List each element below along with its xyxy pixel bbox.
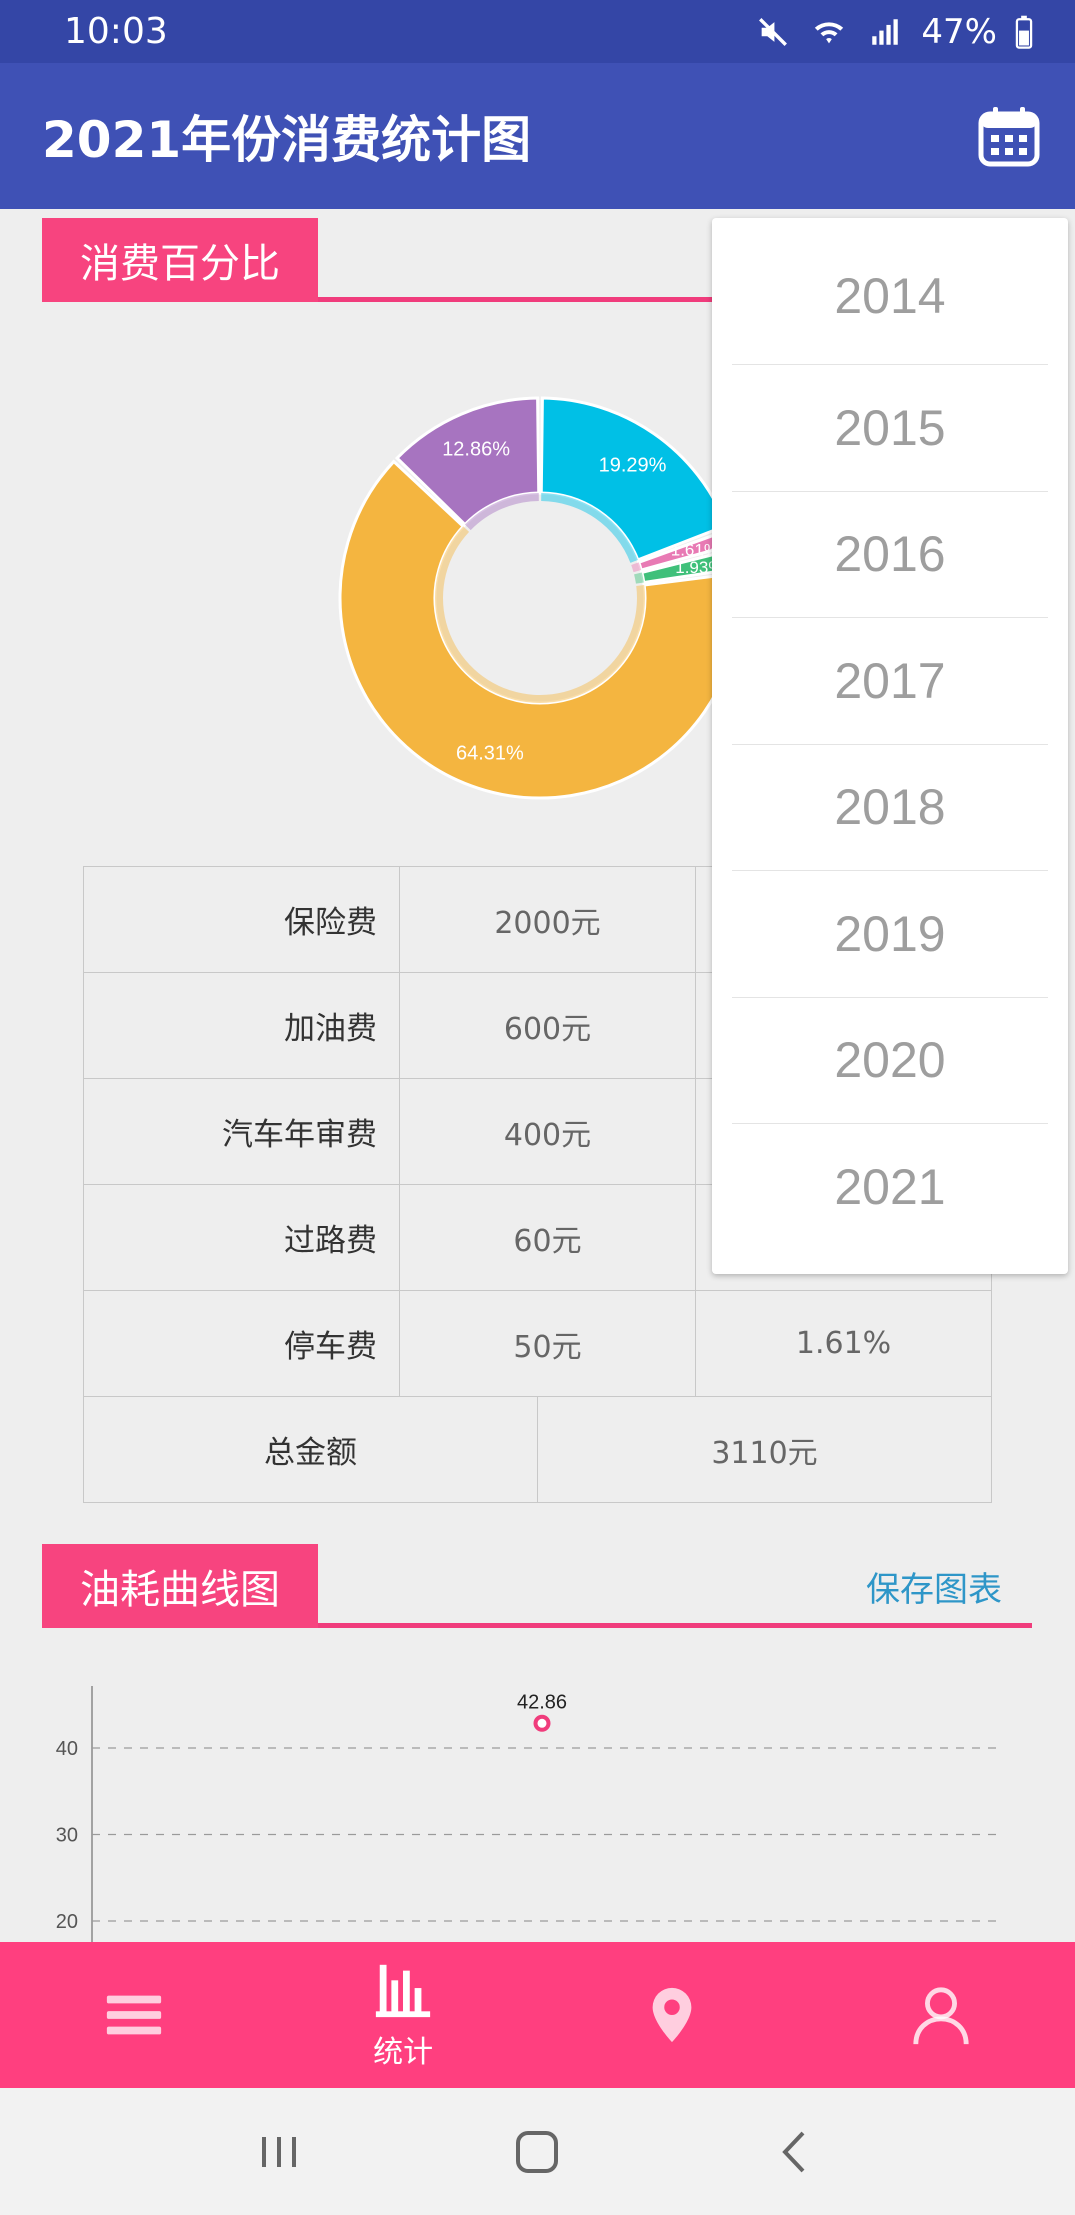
year-option[interactable]: 2014 xyxy=(732,218,1048,365)
year-dropdown[interactable]: 2014 2015 2016 2017 2018 2019 2020 2021 xyxy=(712,218,1068,1274)
total-amount: 3110元 xyxy=(536,1396,993,1503)
total-label: 总金额 xyxy=(83,1396,538,1503)
row-name: 汽车年审费 xyxy=(83,1078,400,1185)
line-svg: 40 30 20 42.86 xyxy=(56,1686,1000,1942)
location-pin-icon xyxy=(641,1984,703,2046)
pie-slice-label: 64.31% xyxy=(456,743,524,765)
year-option[interactable]: 2020 xyxy=(732,998,1048,1124)
table-total-row: 总金额 3110元 xyxy=(83,1396,993,1503)
pie-slice-label: 12.86% xyxy=(442,439,510,461)
page-title: 2021年份消费统计图 xyxy=(42,111,532,169)
bar-chart-icon xyxy=(372,1959,434,2021)
status-icons: 47% xyxy=(753,12,1035,52)
mute-icon xyxy=(753,15,793,49)
pie-slice-label: 19.29% xyxy=(599,454,667,476)
user-icon xyxy=(910,1984,972,2046)
row-amount: 2000元 xyxy=(398,866,697,973)
row-name: 停车费 xyxy=(83,1290,400,1397)
nav-label-statistics: 统计 xyxy=(373,2035,434,2070)
y-tick-label: 40 xyxy=(56,1738,78,1760)
expense-donut-chart: 19.29% 1.61% 1.93% 64.31% 12.86% xyxy=(330,388,750,808)
save-chart-link[interactable]: 保存图表 xyxy=(866,1562,1002,1611)
fuel-section-title: 油耗曲线图 xyxy=(42,1544,318,1628)
calendar-icon[interactable] xyxy=(977,104,1041,168)
year-option[interactable]: 2015 xyxy=(732,365,1048,492)
nav-item-statistics[interactable]: 统计 xyxy=(269,1942,538,2088)
donut-svg: 19.29%1.61%1.93%64.31%12.86% xyxy=(338,396,742,800)
nav-item-menu[interactable] xyxy=(0,1942,269,2088)
recent-apps-icon[interactable] xyxy=(254,2127,304,2177)
row-name: 保险费 xyxy=(83,866,400,973)
system-nav xyxy=(0,2088,1075,2215)
year-option[interactable]: 2021 xyxy=(732,1124,1048,1251)
status-bar: 10:03 47% xyxy=(0,0,1075,63)
wifi-icon xyxy=(809,15,849,49)
data-point xyxy=(533,1714,551,1732)
row-percent: 1.61% xyxy=(695,1290,993,1397)
fuel-section-header: 油耗曲线图 保存图表 xyxy=(42,1544,1032,1628)
nav-item-profile[interactable] xyxy=(806,1942,1075,2088)
year-option[interactable]: 2017 xyxy=(732,618,1048,745)
fuel-line-chart: 40 30 20 42.86 xyxy=(0,1660,1075,1942)
row-name: 加油费 xyxy=(83,972,400,1079)
app-bar: 2021年份消费统计图 xyxy=(0,63,1075,209)
data-point-label: 42.86 xyxy=(517,1691,567,1713)
bottom-nav: 统计 xyxy=(0,1942,1075,2088)
row-name: 过路费 xyxy=(83,1184,400,1291)
row-amount: 50元 xyxy=(398,1290,697,1397)
menu-icon xyxy=(103,1984,165,2046)
y-tick-label: 30 xyxy=(56,1825,78,1847)
signal-icon xyxy=(865,15,905,49)
battery-percent: 47% xyxy=(921,11,997,52)
pie-slice xyxy=(539,396,729,562)
expense-section-title: 消费百分比 xyxy=(42,218,318,302)
row-amount: 400元 xyxy=(398,1078,697,1185)
row-amount: 600元 xyxy=(398,972,697,1079)
status-time: 10:03 xyxy=(64,11,168,52)
year-option[interactable]: 2018 xyxy=(732,745,1048,871)
table-row: 停车费 50元 1.61% xyxy=(83,1290,993,1397)
year-option[interactable]: 2019 xyxy=(732,871,1048,998)
back-icon[interactable] xyxy=(771,2127,821,2177)
year-option[interactable]: 2016 xyxy=(732,492,1048,618)
battery-icon xyxy=(1013,15,1035,49)
home-icon[interactable] xyxy=(512,2127,562,2177)
row-amount: 60元 xyxy=(398,1184,697,1291)
y-tick-label: 20 xyxy=(56,1911,78,1933)
nav-item-location[interactable] xyxy=(538,1942,807,2088)
